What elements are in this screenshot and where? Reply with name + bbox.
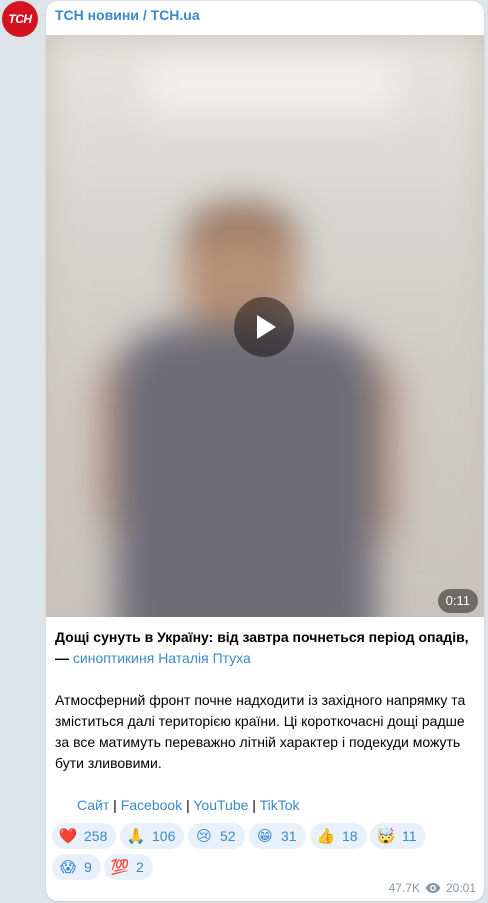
message-bubble: ТСН новини / TCH.ua 0:11 Дощі сунуть в У… [46,1,484,901]
pray-icon: 🙏 [126,828,146,845]
reaction-count: 106 [152,828,176,844]
message-time: 20:01 [445,881,476,895]
heart-icon: ❤️ [58,828,78,845]
message-meta: 47.7K 20:01 [389,881,476,895]
reaction-mind-blown[interactable]: 🤯 11 [370,823,426,849]
link-separator: | [182,797,194,813]
reaction-grin[interactable]: 😁 31 [249,823,306,849]
reaction-thumbs-up[interactable]: 👍 18 [310,823,367,849]
link-separator: | [248,797,260,813]
reaction-count: 11 [402,828,417,844]
channel-name[interactable]: ТСН новини / TCH.ua [55,7,200,23]
youtube-link[interactable]: YouTube [193,797,248,813]
avatar-logo-text: ТСН [8,12,32,26]
site-link[interactable]: Сайт [77,797,109,813]
post-headline: Дощі сунуть в Україну: від завтра почнет… [55,629,469,645]
crying-face-icon: 😢 [196,828,212,845]
screaming-face-icon: 😱 [60,859,76,876]
headline-dash: — [55,650,73,666]
channel-avatar[interactable]: ТСН [2,1,38,37]
reaction-scream[interactable]: 😱 9 [52,854,101,880]
reaction-count: 18 [342,828,358,844]
reaction-count: 31 [281,828,297,844]
eye-icon [425,883,441,893]
reaction-count: 2 [136,859,144,875]
reaction-count: 52 [220,828,236,844]
social-links: Сайт | Facebook | YouTube | TikTok [55,795,477,816]
mind-blown-icon: 🤯 [376,828,396,845]
reaction-hundred[interactable]: 💯 2 [104,854,153,880]
video-duration: 0:11 [437,589,478,613]
reaction-pray[interactable]: 🙏 106 [120,823,185,849]
thumbs-up-icon: 👍 [316,828,336,845]
reaction-count: 9 [84,859,92,875]
post-body: Атмосферний фронт почне надходити із зах… [55,692,466,771]
author-link[interactable]: синоптикиня Наталія Птуха [73,650,251,666]
video-player[interactable]: 0:11 [46,35,484,617]
hundred-points-icon: 💯 [110,859,130,876]
reaction-heart[interactable]: ❤️ 258 [52,823,117,849]
play-icon [257,315,276,339]
view-count: 47.7K [388,881,420,895]
tiktok-link[interactable]: TikTok [260,797,300,813]
play-button[interactable] [234,297,294,357]
reaction-cry[interactable]: 😢 52 [188,823,245,849]
facebook-link[interactable]: Facebook [121,797,182,813]
message-text: Дощі сунуть в Україну: від завтра почнет… [55,627,477,816]
reaction-count: 258 [84,828,108,844]
link-separator: | [109,797,121,813]
grinning-face-icon: 😁 [257,828,273,845]
